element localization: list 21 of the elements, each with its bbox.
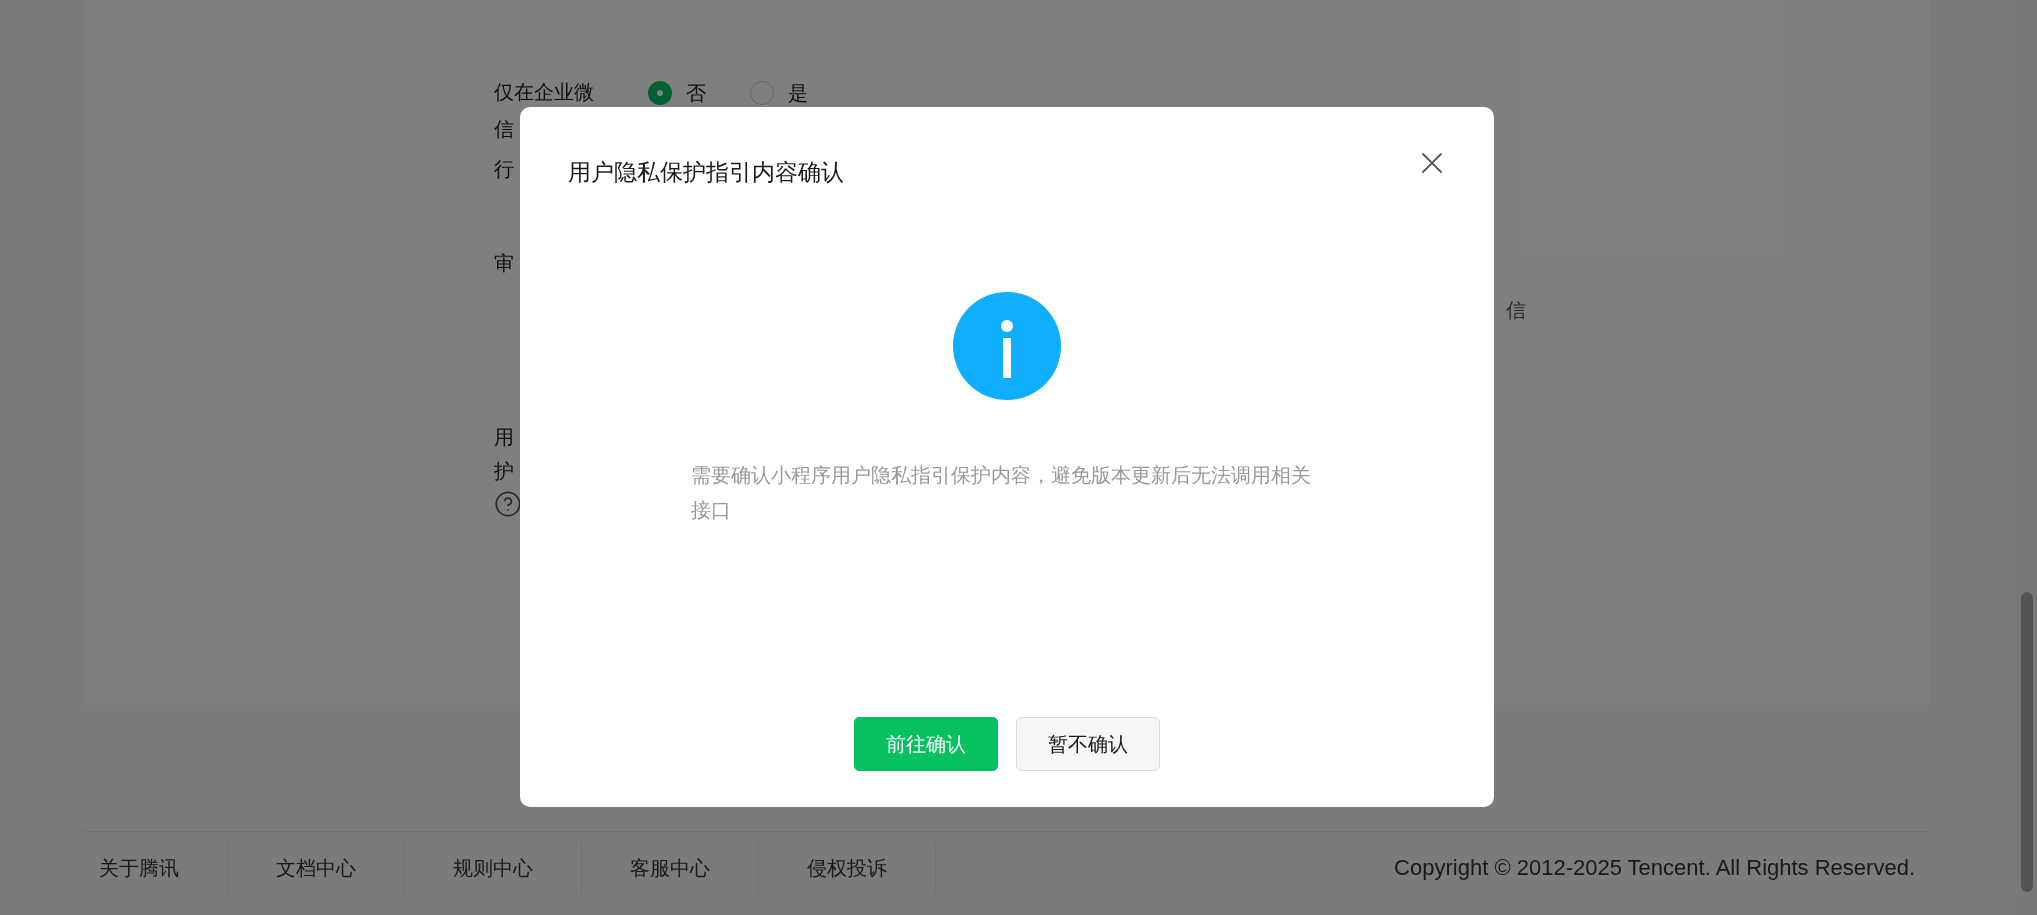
field-label: 信 — [494, 117, 515, 142]
radio-option[interactable]: 否 — [648, 77, 706, 108]
footer-link[interactable]: 规则中心 — [453, 852, 533, 883]
footer-link[interactable]: 侵权投诉 — [807, 852, 887, 883]
field-label: 仅在企业微 — [494, 80, 595, 105]
dialog-button[interactable]: 前往确认 — [854, 717, 998, 771]
dialog-title: 用户隐私保护指引内容确认 — [568, 158, 844, 187]
dialog-message: 需要确认小程序用户隐私指引保护内容，避免版本更新后无法调用相关接口 — [691, 462, 1312, 523]
field-note: 信 — [1506, 298, 1526, 323]
radio-option[interactable]: 是 — [750, 77, 808, 108]
dialog-button[interactable]: 暂不确认 — [1016, 717, 1160, 771]
footer-link[interactable]: 客服中心 — [630, 852, 710, 883]
field-label: 行 — [494, 157, 514, 182]
copyright-text: Copyright © 2012-2025 Tencent. All Rights Reserved. — [1394, 854, 1915, 882]
footer-link[interactable]: 关于腾讯 — [99, 852, 179, 883]
field-label: 护 — [494, 459, 514, 484]
footer-link[interactable]: 文档中心 — [276, 852, 356, 883]
field-label: 用 — [494, 425, 514, 450]
info-icon — [953, 291, 1061, 400]
help-icon[interactable] — [494, 490, 522, 518]
field-label: 审 — [494, 251, 514, 276]
